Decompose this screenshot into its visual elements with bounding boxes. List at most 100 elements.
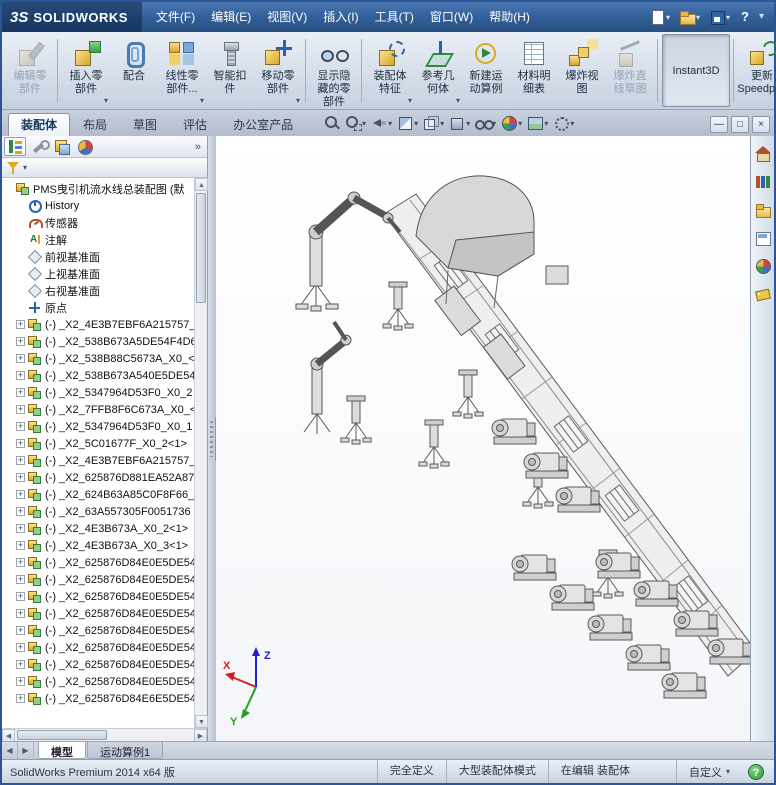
save-button[interactable]: ▾ [706,6,733,28]
insert-component-button[interactable]: 插入零 部件 ▾ [57,34,110,107]
tree-item[interactable]: + (-) _X2_624B63A85C0F8F66_ [2,486,194,503]
tree-item[interactable]: + (-) _X2_625876D881EA52A87 [2,469,194,486]
tree-item[interactable]: +上视基准面 [2,265,194,282]
expand-icon[interactable]: + [16,677,25,686]
tree-item[interactable]: + (-) _X2_63A557305F0051736 [2,503,194,520]
tree-item[interactable]: + (-) _X2_538B673A5DE54F4D6 [2,333,194,350]
featuremanager-tab[interactable] [4,137,26,156]
tree-item[interactable]: + (-) _X2_4E3B673A_X0_2<1> [2,520,194,537]
tree-item[interactable]: + (-) _X2_4E3B7EBF6A215757_ [2,316,194,333]
previous-view-button[interactable]: ▾ [369,112,394,134]
scroll-up-button[interactable]: ▲ [195,178,208,191]
expand-icon[interactable]: + [16,371,25,380]
edit-appearance-button[interactable]: ▾ [499,112,524,134]
tree-item[interactable]: +History [2,197,194,214]
zoom-area-button[interactable]: ▾ [343,112,368,134]
task-pane-file-explorer[interactable] [753,200,773,220]
tab-office-products[interactable]: 办公室产品 [220,113,306,136]
edit-component-button[interactable]: 编辑零 部件▾ [6,34,54,107]
help-button[interactable]: ? [733,2,757,32]
expand-icon[interactable]: + [16,490,25,499]
assembly-model[interactable] [216,136,750,741]
tree-item[interactable]: + (-) _X2_625876D84E0E5DE54 [2,554,194,571]
menu-item[interactable]: 视图(V) [259,2,315,32]
linear-component-pattern-button[interactable]: 线性零 部件... ▾ [158,34,206,107]
tree-item[interactable]: +前视基准面 [2,248,194,265]
tree-horizontal-scrollbar[interactable]: ◀ ▶ [2,728,207,742]
expand-icon[interactable]: + [16,694,25,703]
expand-icon[interactable]: + [16,541,25,550]
task-pane-appearances[interactable] [753,256,773,276]
move-component-button[interactable]: 移动零 部件 ▾ [254,34,302,107]
panel-overflow-chevron[interactable]: » [191,141,205,153]
task-pane-custom-properties[interactable] [753,284,773,304]
propertymanager-tab[interactable] [27,137,50,156]
open-button[interactable]: ▾ [676,6,703,28]
scroll-thumb[interactable] [17,730,107,740]
view-settings-button[interactable]: ▾ [551,112,576,134]
update-speedpak-button[interactable]: 更新 Speedpak▾ [733,34,776,107]
scroll-thumb[interactable] [196,193,206,303]
new-document-button[interactable]: ▾ [646,6,673,28]
scroll-down-button[interactable]: ▼ [195,715,208,728]
tree-item[interactable]: + (-) _X2_7FFB8F6C673A_X0_< [2,401,194,418]
configurationmanager-tab[interactable] [50,137,72,156]
expand-icon[interactable]: + [16,524,25,533]
tree-item[interactable]: + (-) _X2_538B88C5673A_X0_< [2,350,194,367]
tree-item[interactable]: + (-) _X2_625876D84E6E5DE54 [2,690,194,707]
reference-geometry-button[interactable]: 参考几 何体 ▾ [414,34,462,107]
expand-icon[interactable]: + [16,320,25,329]
task-pane-resources[interactable] [753,144,773,164]
tree-item[interactable]: + (-) _X2_625876D84E0E5DE54 [2,622,194,639]
orientation-triad[interactable]: Z X Y [222,641,292,727]
minimize-doc-button[interactable]: — [710,116,728,133]
model-tab[interactable]: 模型 [38,742,86,759]
assembly-features-button[interactable]: 装配体 特征 ▾ [361,34,414,107]
tree-vertical-scrollbar[interactable]: ▲ ▼ [194,178,208,728]
tree-item[interactable]: + (-) _X2_5C01677F_X0_2<1> [2,435,194,452]
filter-dropdown-icon[interactable]: ▾ [23,163,27,172]
expand-icon[interactable]: + [16,575,25,584]
tree-item[interactable]: + (-) _X2_625876D84E0E5DE54 [2,588,194,605]
expand-icon[interactable]: + [16,405,25,414]
hide-show-items-button[interactable]: ▾ [473,112,498,134]
scroll-track[interactable] [195,191,207,715]
tree-item[interactable]: + (-) _X2_625876D84E0E5DE54 [2,673,194,690]
new-motion-study-button[interactable]: 新建运 动算例▾ [462,34,510,107]
tree-item[interactable]: +原点 [2,299,194,316]
expand-icon[interactable]: + [16,473,25,482]
expand-icon[interactable]: + [16,439,25,448]
menu-item[interactable]: 编辑(E) [203,2,259,32]
tree-item[interactable]: +注解 [2,231,194,248]
task-pane-design-library[interactable] [753,172,773,192]
bill-of-materials-button[interactable]: 材料明 细表▾ [510,34,558,107]
doc-tab-scroll-button[interactable]: ◀ [2,742,18,759]
tab-sketch[interactable]: 草图 [120,113,170,136]
doc-tab-scroll-button[interactable]: ▶ [18,742,34,759]
menu-item[interactable]: 插入(I) [315,2,366,32]
panel-splitter[interactable] [208,136,221,741]
explode-line-sketch-button[interactable]: 爆炸直 线草图▾ [606,34,654,107]
tab-evaluate[interactable]: 评估 [170,113,220,136]
graphics-viewport[interactable]: Z X Y [216,136,750,741]
tree-item[interactable]: +右视基准面 [2,282,194,299]
expand-icon[interactable]: + [16,354,25,363]
tree-item[interactable]: + (-) _X2_5347964D53F0_X0_1 [2,418,194,435]
tree-item[interactable]: + (-) _X2_5347964D53F0_X0_2 [2,384,194,401]
tree-item[interactable]: + (-) _X2_625876D84E0E5DE54 [2,639,194,656]
tree-item[interactable]: + (-) _X2_4E3B673A_X0_3<1> [2,537,194,554]
task-pane-view-palette[interactable] [753,228,773,248]
menu-item[interactable]: 文件(F) [148,2,203,32]
titlebar-chevron-icon[interactable]: ▾ [757,2,774,32]
display-style-button[interactable]: ▾ [447,112,472,134]
expand-icon[interactable]: + [16,337,25,346]
tree-item[interactable]: + (-) _X2_538B673A540E5DE54 [2,367,194,384]
tree-item[interactable]: +传感器 [2,214,194,231]
tree-item[interactable]: + (-) _X2_625876D84E0E5DE54 [2,605,194,622]
menu-item[interactable]: 窗口(W) [422,2,481,32]
apply-scene-button[interactable]: ▾ [525,112,550,134]
expand-icon[interactable]: + [16,660,25,669]
expand-icon[interactable]: + [16,388,25,397]
status-help-badge[interactable]: ? [748,763,764,780]
tree-item[interactable]: +PMS曳引机流水线总装配图 (默 [2,180,194,197]
